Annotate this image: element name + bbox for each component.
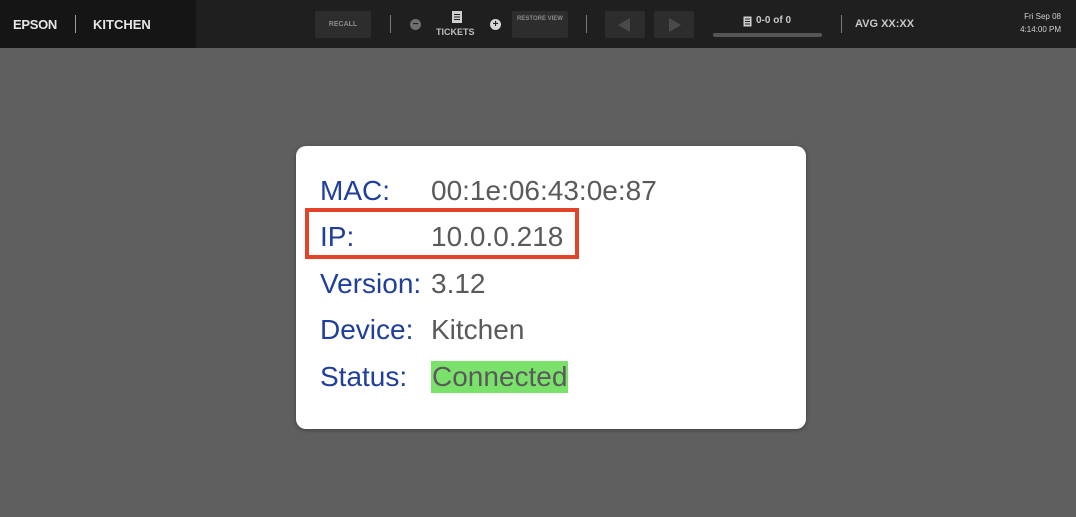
status-label: Status: [320,361,408,392]
ticket-icon [452,10,462,28]
device-value: Kitchen [431,314,525,345]
toolbar-divider [390,15,391,33]
status-badge: Connected [431,361,569,393]
ticket-count: 0-0 of 0 [756,15,792,26]
top-bar: EPSON KITCHEN RECALL − TICKETS + RESTORE… [0,0,1076,48]
station-name: KITCHEN [93,17,151,32]
toolbar-divider [841,15,842,33]
device-label: Device: [320,314,414,345]
plus-icon[interactable]: + [490,19,501,30]
device-info-dialog: MAC: 00:1e:06:43:0e:87 IP: 10.0.0.218 Ve… [296,146,806,429]
brand-divider [75,15,76,33]
toolbar-divider [586,15,587,33]
restore-view-button[interactable]: RESTORE VIEW [512,11,568,38]
minus-icon[interactable]: − [410,19,421,30]
ip-highlight-box [305,208,579,259]
triangle-right-icon [669,18,681,32]
previous-page-button[interactable] [605,11,645,38]
date: Fri Sep 08 [1024,12,1061,21]
time: 4:14:00 PM [1020,25,1061,34]
version-label: Version: [320,268,422,299]
tickets-label: TICKETS [436,27,475,37]
brand-area: EPSON KITCHEN [0,0,196,48]
mac-value: 00:1e:06:43:0e:87 [431,175,657,206]
ticket-icon [743,14,752,32]
next-page-button[interactable] [654,11,694,38]
average-time: AVG XX:XX [855,18,915,30]
triangle-left-icon [618,18,630,32]
version-value: 3.12 [431,268,486,299]
ticket-progress-bar [713,33,822,37]
brand-logo: EPSON [13,17,58,32]
date-time: Fri Sep 08 4:14:00 PM [1020,10,1061,36]
mac-label: MAC: [320,175,390,206]
recall-button[interactable]: RECALL [315,11,371,38]
